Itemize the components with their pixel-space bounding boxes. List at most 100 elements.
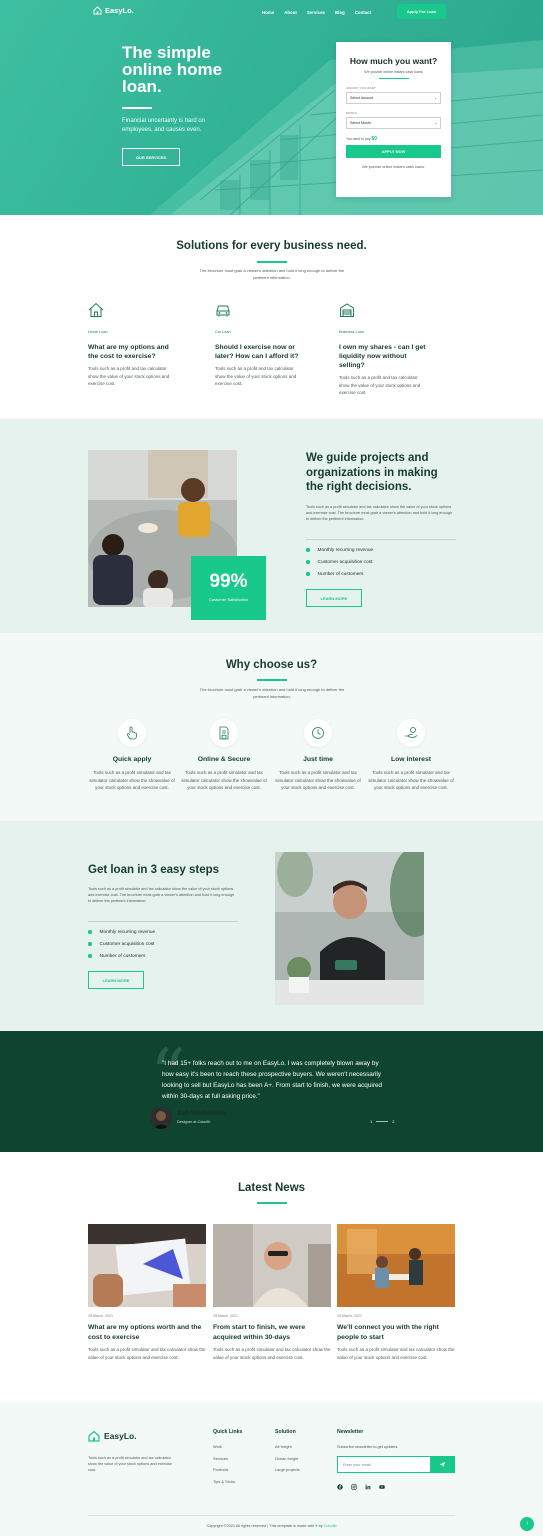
colorlib-link[interactable]: Colorlib — [324, 1524, 337, 1528]
top-nav: EasyLo. Home About Services Blog Contact… — [0, 0, 543, 24]
hero-subtitle: Financial uncertainty is hard on employe… — [122, 118, 206, 133]
news-headline[interactable]: What are my options worth and the cost t… — [88, 1323, 206, 1342]
home-logo-icon — [88, 1430, 100, 1442]
newsletter-email-input[interactable]: Enter your email — [337, 1456, 431, 1473]
testimonial-role: Designer at Colorlib — [177, 1120, 211, 1124]
why-title: Why choose us? — [225, 659, 318, 671]
testimonial-quote: "I had 15+ folks reach out to me on Easy… — [162, 1060, 383, 1100]
bullet-text: Customer acquisition cost — [99, 941, 155, 947]
guide-text: Tools such as a profit simulator and tax… — [306, 505, 453, 521]
steps-learn-more-button[interactable]: LEARN MORE — [88, 971, 144, 989]
man-at-laptop-photo — [275, 852, 424, 1005]
pager-line — [376, 1121, 389, 1122]
guide-learn-more-button[interactable]: LEARN MORE — [306, 589, 362, 607]
pager-next[interactable]: 2 — [392, 1119, 394, 1124]
steps-text: Tools such as a profit simulator and tax… — [88, 887, 235, 903]
bullet-text: Number of customers — [317, 571, 364, 577]
nav-links: Home About Services Blog Contact — [262, 10, 371, 15]
feature-title: What are my options and the cost to exer… — [88, 344, 169, 360]
solutions-title: Solutions for every business need. — [176, 240, 367, 252]
nav-services[interactable]: Services — [307, 10, 325, 15]
footer-link-large-projects[interactable]: Large projects — [275, 1467, 300, 1472]
footer-logo[interactable]: EasyLo. — [88, 1430, 137, 1442]
chevron-down-icon: ⌄ — [433, 121, 437, 126]
footer-link-work[interactable]: Work — [213, 1444, 222, 1449]
feature-text: Tools such as a profit and tax calculato… — [215, 366, 297, 386]
footer-link-ocean-freight[interactable]: Ocean freight — [275, 1456, 298, 1461]
document-shield-icon — [219, 726, 229, 740]
back-to-top-button[interactable]: ↑ — [520, 1517, 534, 1531]
nav-home[interactable]: Home — [262, 10, 274, 15]
solutions-desc: The brochure must grab a viewer's attent… — [199, 268, 345, 280]
why-item-text: Tools such as a profit simulator and tax… — [89, 770, 175, 790]
footer-about: Tools such as a profit simulator and tax… — [88, 1456, 172, 1472]
why-item-title: Quick apply — [112, 756, 152, 763]
bullet-dot — [306, 548, 310, 552]
steps-title: Get loan in 3 easy steps — [88, 864, 220, 876]
footer-link-products[interactable]: Products — [213, 1467, 228, 1472]
feature-text: Tools such as a profit and tax calculato… — [339, 375, 421, 395]
feature-category: Car Loan — [215, 330, 231, 334]
chevron-down-icon: ⌄ — [433, 96, 437, 101]
why-quick-apply: Quick apply Tools such as a profit simul… — [87, 719, 177, 792]
month-select[interactable]: Select Month ⌄ — [346, 117, 441, 130]
send-icon — [439, 1461, 446, 1468]
footer-link-services[interactable]: Services — [213, 1456, 228, 1461]
nav-about[interactable]: About — [284, 10, 297, 15]
logo[interactable]: EasyLo. — [93, 6, 134, 15]
amount-label: AMOUNT YOU WANT — [346, 86, 376, 91]
why-item-text: Tools such as a profit simulator and tax… — [275, 770, 361, 790]
news-date: 25 March, 2021 — [88, 1314, 113, 1318]
facebook-icon[interactable] — [337, 1484, 343, 1490]
nav-blog[interactable]: Blog — [335, 10, 345, 15]
youtube-icon[interactable] — [379, 1484, 385, 1490]
stat-label: Customer Satisfaction — [208, 597, 249, 602]
bullet-dot — [88, 930, 92, 934]
news-card[interactable]: 25 March, 2021 From start to finish, we … — [213, 1224, 331, 1361]
apply-for-loan-button[interactable]: Apply For Loan — [397, 4, 446, 19]
hero-building-image — [150, 40, 543, 215]
why-online-secure: Online & Secure Tools such as a profit s… — [179, 719, 269, 792]
loan-form: How much you want? We provide online ins… — [336, 42, 451, 197]
instagram-icon[interactable] — [351, 1484, 357, 1490]
solutions-divider — [257, 261, 287, 263]
hand-pointer-icon — [127, 726, 137, 740]
bullet-dot — [88, 954, 92, 958]
our-services-button[interactable]: OUR SERVICES — [122, 148, 180, 166]
copyright: Copyright ©2021 All rights reserved | Th… — [0, 1524, 543, 1528]
why-item-title: Just time — [303, 756, 333, 763]
feature-category: Home Loan — [88, 330, 108, 334]
footer-link-tips[interactable]: Tips & Tricks — [213, 1479, 235, 1484]
pager-current[interactable]: 1 — [370, 1119, 372, 1124]
why-low-interest: Low interest Tools such as a profit simu… — [366, 719, 456, 792]
why-icon-wrap — [118, 719, 146, 747]
footer-link-air-freight[interactable]: Air freight — [275, 1444, 292, 1449]
month-select-value: Select Month — [350, 121, 371, 126]
bullet-text: Customer acquisition cost — [317, 559, 373, 565]
footer-logo-text: EasyLo. — [104, 1431, 137, 1441]
hero-section: EasyLo. Home About Services Blog Contact… — [0, 0, 543, 215]
amount-select[interactable]: Select Amount ⌄ — [346, 92, 441, 105]
apply-now-button[interactable]: APPLY NOW — [346, 145, 441, 159]
why-item-text: Tools such as a profit simulator and tax… — [368, 770, 454, 790]
news-card[interactable]: 25 March, 2021 What are my options worth… — [88, 1224, 206, 1361]
why-item-title: Low interest — [390, 756, 432, 763]
nav-contact[interactable]: Contact — [355, 10, 371, 15]
car-icon — [216, 305, 230, 317]
newsletter-submit-button[interactable] — [430, 1456, 455, 1473]
amount-select-value: Select Amount — [350, 96, 374, 101]
linkedin-icon[interactable] — [365, 1484, 371, 1490]
why-just-time: Just time Tools such as a profit simulat… — [273, 719, 363, 792]
feature-home-loan: Home Loan What are my options and the co… — [88, 302, 176, 388]
news-headline[interactable]: From start to finish, we were acquired w… — [213, 1323, 331, 1342]
list-item: Number of customers — [306, 568, 373, 580]
testimonial-name: Ash Wednesday — [177, 1110, 228, 1117]
satisfaction-stat: 99% Customer Satisfaction — [191, 556, 266, 620]
news-headline[interactable]: We'll connect you with the right people … — [337, 1323, 455, 1342]
hero-title: The simple online home loan. — [122, 43, 223, 96]
heart-icon: ♥ — [315, 1524, 318, 1528]
news-card[interactable]: 25 March, 2021 We'll connect you with th… — [337, 1224, 455, 1361]
list-item: Customer acquisition cost — [306, 556, 373, 568]
news-excerpt: Tools such as a profit simulator and tax… — [88, 1347, 206, 1360]
need-to-pay: You need to pay $0 — [346, 136, 441, 142]
